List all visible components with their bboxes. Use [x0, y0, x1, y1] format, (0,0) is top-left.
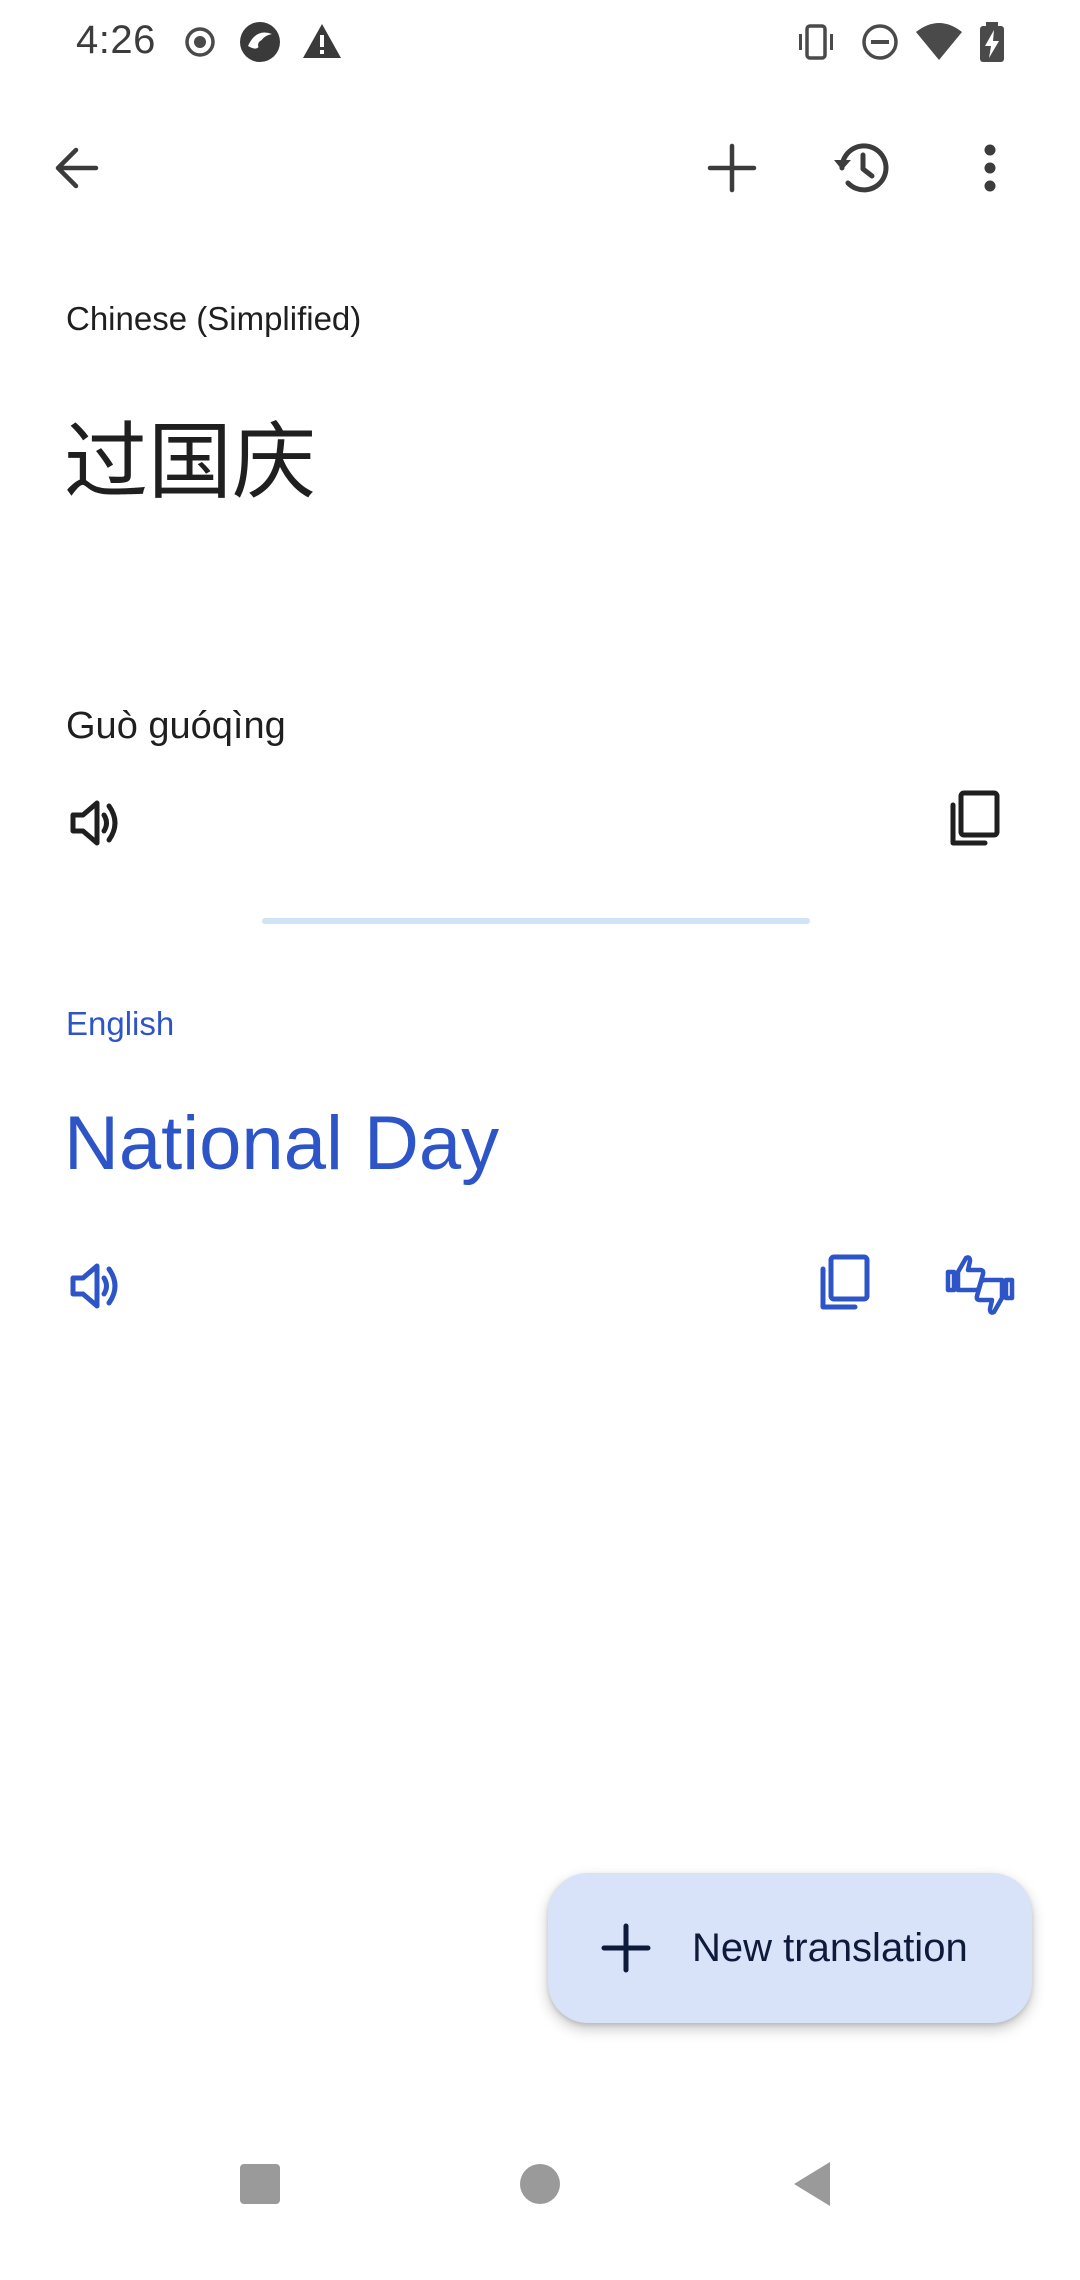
status-time: 4:26	[76, 18, 156, 62]
back-icon	[790, 2160, 834, 2213]
status-bar: 4:26	[0, 0, 1080, 90]
add-icon	[704, 140, 760, 201]
speaker-icon	[65, 793, 125, 858]
new-translation-button[interactable]: New translation	[548, 1873, 1032, 2023]
back-arrow-icon	[48, 140, 104, 201]
warning-icon	[300, 20, 344, 64]
back-button[interactable]	[28, 122, 124, 218]
source-text[interactable]: 过国庆	[64, 395, 316, 516]
history-icon	[830, 136, 894, 205]
source-copy-button[interactable]	[930, 776, 1020, 866]
translated-text: National Day	[64, 1101, 500, 1186]
copy-icon	[945, 789, 1005, 854]
nav-back-button[interactable]	[776, 2150, 848, 2222]
section-divider[interactable]	[262, 918, 810, 924]
target-listen-button[interactable]	[50, 1243, 140, 1333]
add-button[interactable]	[684, 122, 780, 218]
wifi-icon	[914, 20, 964, 64]
source-listen-button[interactable]	[50, 780, 140, 870]
home-button[interactable]	[504, 2150, 576, 2222]
do-not-disturb-icon	[858, 20, 902, 64]
source-language-label[interactable]: Chinese (Simplified)	[66, 300, 361, 338]
target-copy-button[interactable]	[800, 1240, 890, 1330]
history-button[interactable]	[814, 122, 910, 218]
add-icon	[598, 1920, 654, 1976]
source-romanization: Guò guóqìng	[66, 705, 286, 747]
speaker-icon	[65, 1256, 125, 1321]
recents-icon	[238, 2162, 282, 2211]
copy-icon	[815, 1253, 875, 1318]
record-icon	[178, 20, 222, 64]
new-translation-label: New translation	[692, 1925, 968, 1970]
home-icon	[518, 2162, 562, 2211]
target-language-label[interactable]: English	[66, 1005, 174, 1043]
more-vert-icon	[978, 140, 1002, 201]
recents-button[interactable]	[224, 2150, 296, 2222]
more-options-button[interactable]	[942, 122, 1038, 218]
app-bar	[0, 110, 1080, 230]
app-icon	[238, 20, 282, 64]
thumbs-up-down-icon	[944, 1252, 1016, 1323]
battery-charging-icon	[970, 20, 1014, 64]
vibrate-icon	[794, 20, 838, 64]
rate-translation-button[interactable]	[935, 1242, 1025, 1332]
